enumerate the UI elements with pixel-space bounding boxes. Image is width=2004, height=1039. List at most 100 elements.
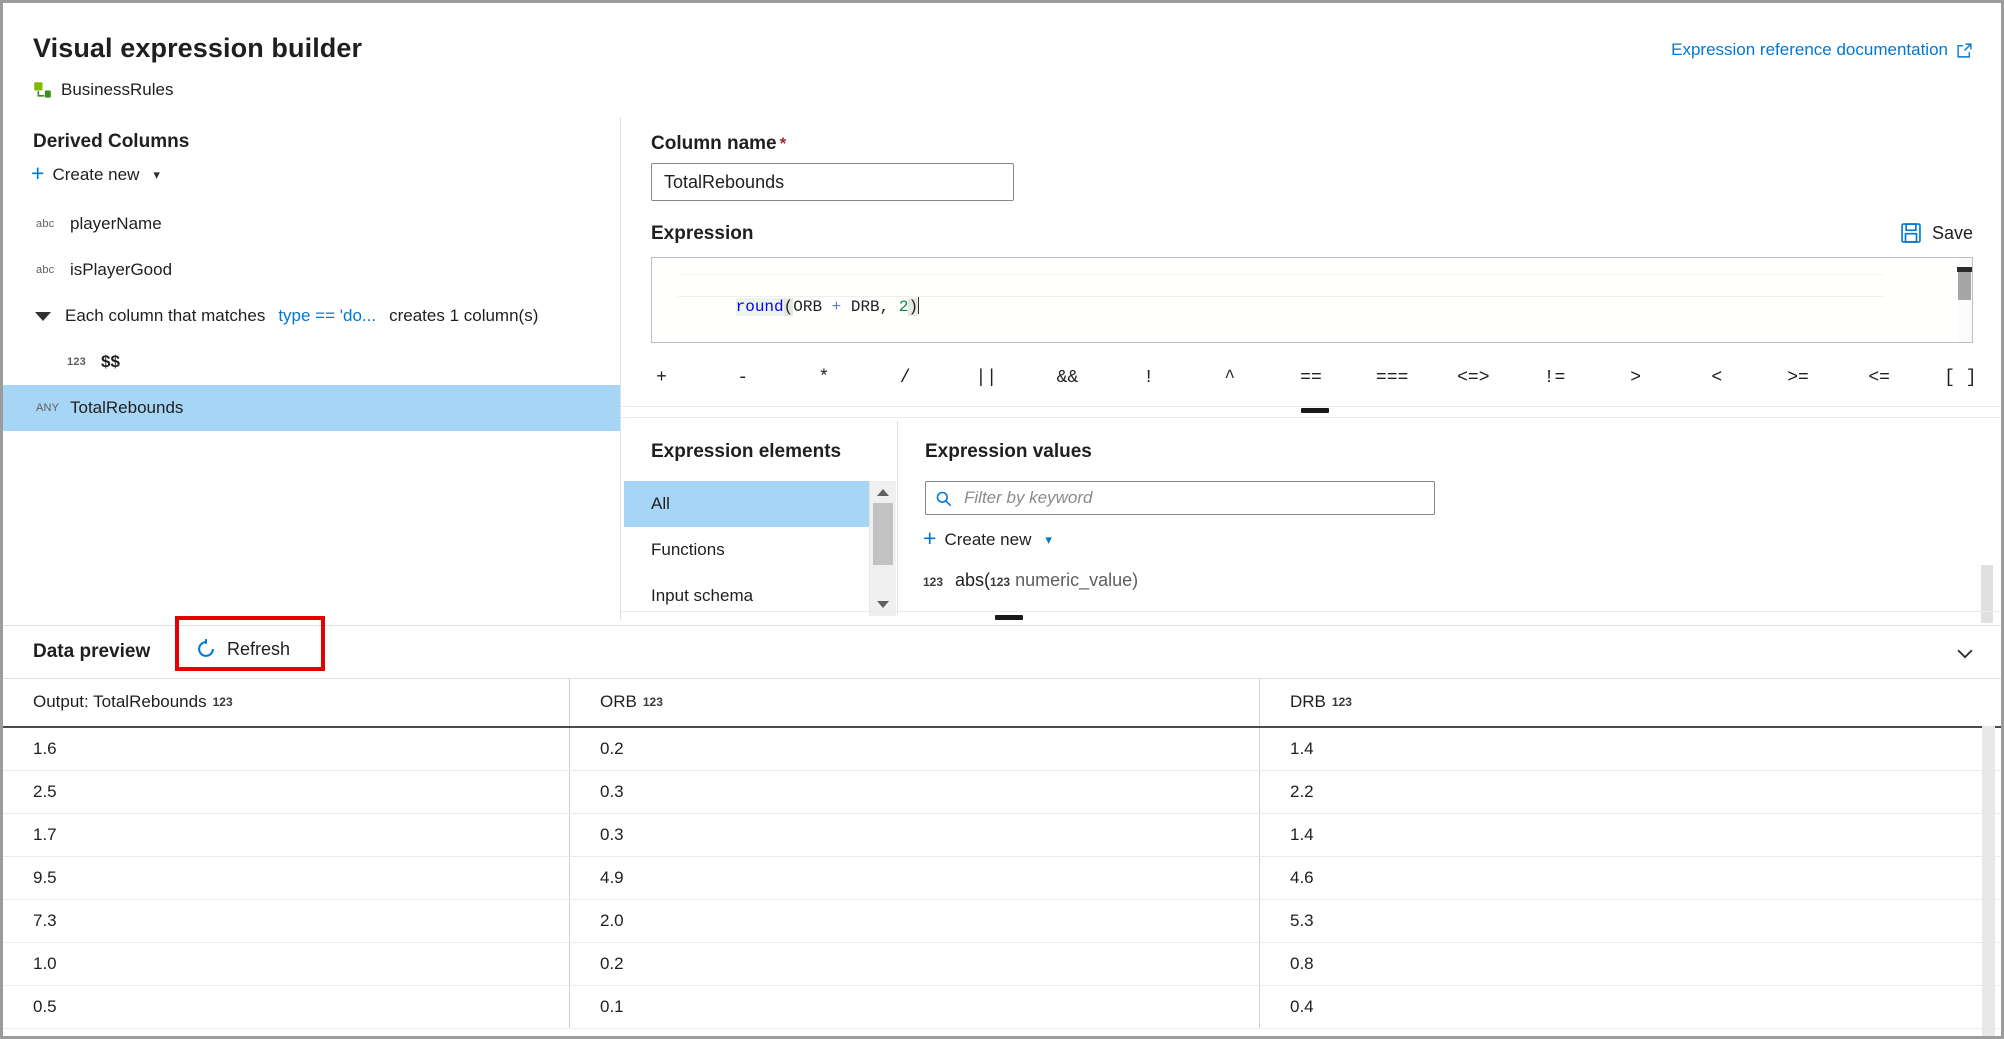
column-name-label-text: Column name (651, 133, 777, 154)
table-row[interactable]: 1.0 0.2 0.8 (3, 943, 2001, 986)
operator-button[interactable]: > (1595, 368, 1676, 388)
operator-button[interactable]: / (865, 368, 946, 388)
operator-button[interactable]: ! (1108, 368, 1189, 388)
table-row[interactable]: 0.5 0.1 0.4 (3, 986, 2001, 1029)
chevron-down-icon[interactable] (1954, 642, 1976, 664)
list-item-playername[interactable]: abc playerName (3, 201, 620, 247)
table-cell: 7.3 (3, 900, 569, 942)
rule-prefix: Each column that matches (65, 306, 265, 326)
operator-button[interactable]: < (1676, 368, 1757, 388)
elements-item-functions[interactable]: Functions (624, 527, 869, 573)
elements-item-label: All (651, 494, 670, 514)
list-item-isplayergood[interactable]: abc isPlayerGood (3, 247, 620, 293)
table-row[interactable]: 9.5 4.9 4.6 (3, 857, 2001, 900)
table-column-header-drb[interactable]: DRB 123 (1259, 678, 2001, 726)
list-item-totalrebounds[interactable]: ANY TotalRebounds (3, 385, 620, 431)
column-header-label: DRB (1290, 692, 1326, 712)
operator-button[interactable]: != (1514, 368, 1595, 388)
elements-item-input-schema[interactable]: Input schema (624, 573, 869, 619)
expression-editor[interactable]: round(ORB + DRB, 2) (651, 257, 1973, 343)
operator-button[interactable]: ^ (1189, 368, 1270, 388)
expression-values-scrollbar[interactable] (1981, 565, 1993, 623)
operator-button[interactable]: * (783, 368, 864, 388)
expression-panel-resize-handle[interactable] (995, 615, 1023, 620)
triangle-down-icon[interactable] (35, 312, 51, 321)
column-label: playerName (70, 214, 162, 234)
elements-item-all[interactable]: All (624, 481, 869, 527)
operator-button[interactable]: == (1270, 368, 1351, 388)
operator-button[interactable]: - (702, 368, 783, 388)
external-link-icon (1956, 42, 1973, 59)
table-row[interactable]: 7.3 2.0 5.3 (3, 900, 2001, 943)
column-pattern-rule[interactable]: Each column that matches type == 'do... … (3, 293, 620, 339)
data-preview-title: Data preview (33, 641, 150, 663)
filter-by-keyword-input[interactable] (925, 481, 1435, 515)
table-column-header-output[interactable]: Output: TotalRebounds123 (3, 678, 569, 726)
table-cell: 0.2 (569, 943, 1259, 985)
expression-elements-scrollbar-thumb[interactable] (873, 503, 893, 565)
expression-token-close-paren: ) (908, 298, 918, 316)
expression-code[interactable]: round(ORB + DRB, 2) (678, 274, 919, 340)
list-item-pattern-child[interactable]: 123 $$ (3, 339, 620, 385)
table-row[interactable]: 2.5 0.3 2.2 (3, 771, 2001, 814)
create-new-column-button[interactable]: + Create new ▾ (31, 164, 160, 185)
column-label: isPlayerGood (70, 260, 172, 280)
column-type-badge: 123 (1332, 695, 1352, 709)
operator-button[interactable]: <= (1839, 368, 1920, 388)
table-cell: 1.7 (3, 814, 569, 856)
scroll-down-arrow-icon[interactable] (877, 601, 889, 608)
derived-columns-title: Derived Columns (33, 131, 189, 153)
breadcrumb[interactable]: BusinessRules (33, 80, 173, 100)
operator-button[interactable]: + (621, 368, 702, 388)
table-cell: 1.6 (3, 728, 569, 770)
save-button[interactable]: Save (1900, 222, 1973, 244)
expression-label: Expression (651, 223, 753, 245)
table-cell: 0.5 (3, 986, 569, 1028)
operator-bar-resize-handle[interactable] (1301, 408, 1329, 413)
data-preview-scrollbar[interactable] (1982, 726, 1995, 1039)
elements-values-divider (897, 421, 898, 614)
elements-item-label: Functions (651, 540, 725, 560)
column-label: TotalRebounds (70, 398, 183, 418)
table-cell: 2.5 (3, 771, 569, 813)
chevron-down-icon: ▾ (153, 167, 160, 183)
operator-button[interactable]: || (946, 368, 1027, 388)
expression-elements-scrollbar[interactable] (869, 481, 896, 616)
expression-token-open-paren: ( (784, 298, 794, 316)
operator-button[interactable]: >= (1757, 368, 1838, 388)
column-type-badge: 123 (643, 695, 663, 709)
expression-token-function: round (736, 298, 784, 316)
table-cell: 1.4 (1259, 814, 2001, 856)
plus-icon: + (923, 527, 936, 550)
column-header-label: ORB (600, 692, 637, 712)
operator-toolbar: + - * / || && ! ^ == === <=> != > < >= <… (621, 351, 2001, 405)
expression-value-item-abs[interactable]: 123 abs(123 numeric_value) (923, 570, 1138, 591)
doc-link-label: Expression reference documentation (1671, 40, 1948, 60)
expression-elements-title: Expression elements (651, 441, 841, 463)
expression-editor-scrollbar-thumb[interactable] (1958, 272, 1971, 300)
scroll-up-arrow-icon[interactable] (877, 489, 889, 496)
column-header-label: Output: TotalRebounds (33, 692, 207, 712)
table-row[interactable]: 1.7 0.3 1.4 (3, 814, 2001, 857)
expression-reference-documentation-link[interactable]: Expression reference documentation (1671, 40, 1973, 60)
create-new-value-button[interactable]: + Create new ▾ (923, 529, 1052, 550)
rule-condition[interactable]: type == 'do... (278, 306, 376, 326)
table-cell: 9.5 (3, 857, 569, 899)
value-type-badge: 123 (923, 575, 943, 589)
table-column-header-orb[interactable]: ORB 123 (569, 678, 1259, 726)
table-cell: 0.1 (569, 986, 1259, 1028)
column-name-input[interactable] (651, 163, 1014, 201)
table-row[interactable]: 1.6 0.2 1.4 (3, 728, 2001, 771)
operator-button[interactable]: === (1352, 368, 1433, 388)
value-arg-type-badge: 123 (990, 575, 1010, 589)
data-preview-header: Data preview Refresh (3, 626, 2001, 679)
table-cell: 0.2 (569, 728, 1259, 770)
operator-button[interactable]: <=> (1433, 368, 1514, 388)
dataflow-icon (33, 81, 52, 100)
table-cell: 2.0 (569, 900, 1259, 942)
operator-button[interactable]: [ ] (1920, 368, 2001, 388)
operator-button[interactable]: && (1027, 368, 1108, 388)
save-icon (1900, 222, 1922, 244)
refresh-button[interactable]: Refresh (195, 638, 290, 660)
visual-expression-builder-window: Visual expression builder Expression ref… (0, 0, 2004, 1039)
